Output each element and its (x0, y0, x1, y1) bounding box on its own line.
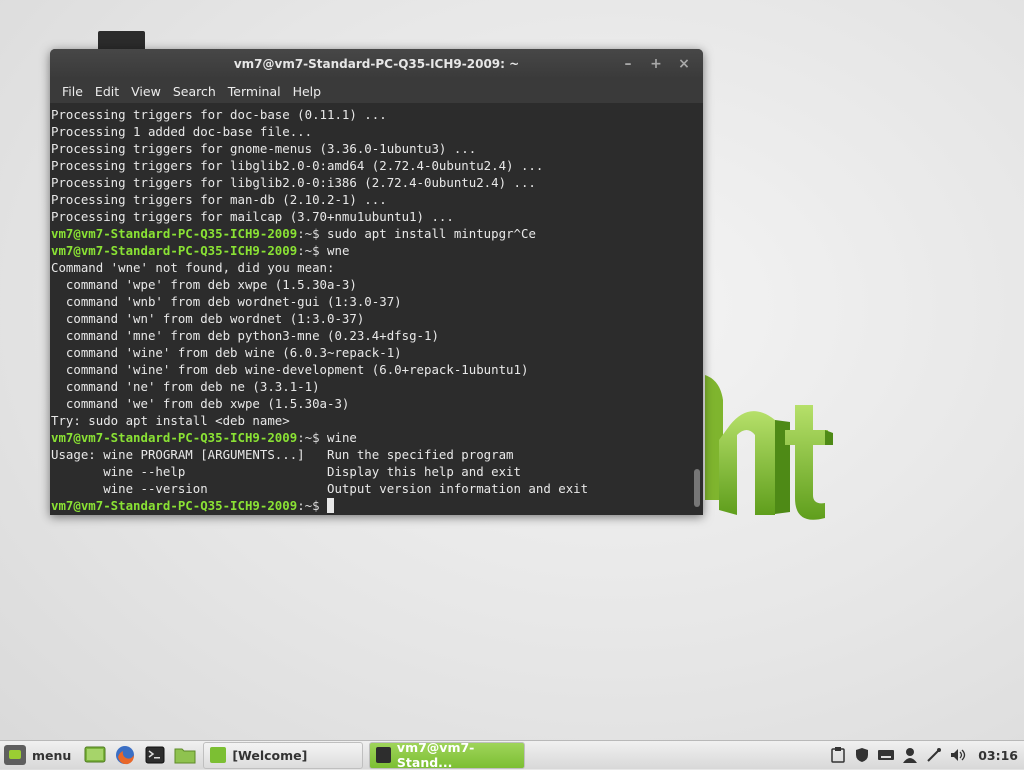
show-desktop-icon[interactable] (83, 744, 107, 766)
line-text: Processing triggers for libglib2.0-0:amd… (51, 158, 544, 173)
files-icon[interactable] (173, 744, 197, 766)
menu-edit[interactable]: Edit (89, 84, 125, 99)
terminal-output-line: Usage: wine PROGRAM [ARGUMENTS...] Run t… (51, 446, 703, 463)
terminal-output-line: command 'wine' from deb wine-development… (51, 361, 703, 378)
prompt-user: vm7@vm7-Standard-PC-Q35-ICH9-2009 (51, 226, 298, 241)
task-welcome[interactable]: [Welcome] (203, 741, 364, 769)
terminal-icon[interactable] (143, 744, 167, 766)
line-text: Processing 1 added doc-base file... (51, 124, 313, 139)
prompt-user: vm7@vm7-Standard-PC-Q35-ICH9-2009 (51, 430, 298, 445)
line-text: wine (327, 430, 357, 445)
line-text: Processing triggers for libglib2.0-0:i38… (51, 175, 536, 190)
menu-help[interactable]: Help (287, 84, 328, 99)
prompt-user: vm7@vm7-Standard-PC-Q35-ICH9-2009 (51, 243, 298, 258)
task-welcome-label: [Welcome] (232, 747, 308, 763)
line-text: Command 'wne' not found, did you mean: (51, 260, 335, 275)
line-text: sudo apt install mintupgr^Ce (327, 226, 536, 241)
terminal-output-line: command 'wine' from deb wine (6.0.3~repa… (51, 344, 703, 361)
start-menu-button[interactable]: menu (0, 741, 77, 769)
terminal-output-line: Processing triggers for doc-base (0.11.1… (51, 106, 703, 123)
line-text: command 'mne' from deb python3-mne (0.23… (51, 328, 439, 343)
clock[interactable]: 03:16 (978, 748, 1018, 763)
line-text: Processing triggers for doc-base (0.11.1… (51, 107, 387, 122)
terminal-output-line: command 'wn' from deb wordnet (1:3.0-37) (51, 310, 703, 327)
terminal-prompt-line: vm7@vm7-Standard-PC-Q35-ICH9-2009:~$ wne (51, 242, 703, 259)
clipboard-icon[interactable] (830, 747, 846, 763)
menu-terminal[interactable]: Terminal (222, 84, 287, 99)
mint-menu-icon (4, 745, 26, 765)
line-text: Processing triggers for mailcap (3.70+nm… (51, 209, 454, 224)
terminal-output-line: command 'ne' from deb ne (3.3.1-1) (51, 378, 703, 395)
prompt-path: :~$ (297, 498, 328, 513)
line-text: command 'wine' from deb wine (6.0.3~repa… (51, 345, 402, 360)
prompt-path: :~$ (297, 226, 328, 241)
terminal-output-line: command 'we' from deb xwpe (1.5.30a-3) (51, 395, 703, 412)
terminal-output-line: wine --version Output version informatio… (51, 480, 703, 497)
terminal-window[interactable]: vm7@vm7-Standard-PC-Q35-ICH9-2009: ~ – +… (50, 49, 703, 515)
line-text: command 'wine' from deb wine-development… (51, 362, 529, 377)
terminal-output-line: command 'wnb' from deb wordnet-gui (1:3.… (51, 293, 703, 310)
terminal-output-line: Processing triggers for libglib2.0-0:i38… (51, 174, 703, 191)
minimize-button[interactable]: – (619, 55, 637, 73)
prompt-user: vm7@vm7-Standard-PC-Q35-ICH9-2009 (51, 498, 298, 513)
menu-view[interactable]: View (125, 84, 167, 99)
terminal-output[interactable]: Processing triggers for doc-base (0.11.1… (50, 103, 703, 515)
terminal-icon (376, 747, 391, 763)
menu-label: menu (32, 747, 72, 763)
menu-file[interactable]: File (56, 84, 89, 99)
prompt-path: :~$ (297, 243, 328, 258)
system-tray: 03:16 (826, 747, 1024, 763)
scrollbar[interactable] (694, 469, 700, 507)
terminal-output-line: wine --help Display this help and exit (51, 463, 703, 480)
window-titlebar[interactable]: vm7@vm7-Standard-PC-Q35-ICH9-2009: ~ – +… (50, 49, 703, 79)
shield-icon[interactable] (854, 747, 870, 763)
terminal-output-line: Processing triggers for libglib2.0-0:amd… (51, 157, 703, 174)
terminal-output-line: command 'wpe' from deb xwpe (1.5.30a-3) (51, 276, 703, 293)
terminal-prompt-line: vm7@vm7-Standard-PC-Q35-ICH9-2009:~$ sud… (51, 225, 703, 242)
terminal-output-line: Processing triggers for gnome-menus (3.3… (51, 140, 703, 157)
line-text: Processing triggers for man-db (2.10.2-1… (51, 192, 387, 207)
terminal-prompt-line: vm7@vm7-Standard-PC-Q35-ICH9-2009:~$ win… (51, 429, 703, 446)
user-icon[interactable] (902, 747, 918, 763)
terminal-output-line: command 'mne' from deb python3-mne (0.23… (51, 327, 703, 344)
menubar: File Edit View Search Terminal Help (50, 79, 703, 103)
task-terminal[interactable]: vm7@vm7-Stand... (369, 740, 526, 770)
desktop-widget[interactable] (98, 31, 145, 51)
keyboard-icon[interactable] (878, 747, 895, 763)
terminal-output-line: Processing triggers for man-db (2.10.2-1… (51, 191, 703, 208)
line-text: Try: sudo apt install <deb name> (51, 413, 290, 428)
firefox-icon[interactable] (113, 744, 137, 766)
line-text: Processing triggers for gnome-menus (3.3… (51, 141, 477, 156)
volume-icon[interactable] (950, 747, 966, 763)
line-text: wine --version Output version informatio… (51, 481, 589, 496)
line-text: command 'we' from deb xwpe (1.5.30a-3) (51, 396, 350, 411)
close-button[interactable]: × (675, 55, 693, 73)
taskbar: menu [Welcome] vm7@vm7-Stand... 03:16 (0, 740, 1024, 770)
window-title: vm7@vm7-Standard-PC-Q35-ICH9-2009: ~ (233, 57, 520, 71)
line-text: wine --help Display this help and exit (51, 464, 521, 479)
line-text: command 'wpe' from deb xwpe (1.5.30a-3) (51, 277, 357, 292)
text-cursor (327, 498, 335, 513)
menu-search[interactable]: Search (167, 84, 222, 99)
prompt-path: :~$ (297, 430, 328, 445)
terminal-prompt-line: vm7@vm7-Standard-PC-Q35-ICH9-2009:~$ (51, 497, 703, 514)
network-icon[interactable] (926, 747, 942, 763)
terminal-output-line: Command 'wne' not found, did you mean: (51, 259, 703, 276)
line-text: wne (327, 243, 350, 258)
line-text: Usage: wine PROGRAM [ARGUMENTS...] Run t… (51, 447, 514, 462)
line-text: command 'ne' from deb ne (3.3.1-1) (51, 379, 320, 394)
terminal-output-line: Processing triggers for mailcap (3.70+nm… (51, 208, 703, 225)
line-text: command 'wn' from deb wordnet (1:3.0-37) (51, 311, 365, 326)
mint-welcome-icon (210, 747, 227, 763)
line-text: command 'wnb' from deb wordnet-gui (1:3.… (51, 294, 402, 309)
task-terminal-label: vm7@vm7-Stand... (396, 740, 475, 770)
terminal-output-line: Processing 1 added doc-base file... (51, 123, 703, 140)
terminal-output-line: Try: sudo apt install <deb name> (51, 412, 703, 429)
maximize-button[interactable]: + (647, 55, 665, 73)
